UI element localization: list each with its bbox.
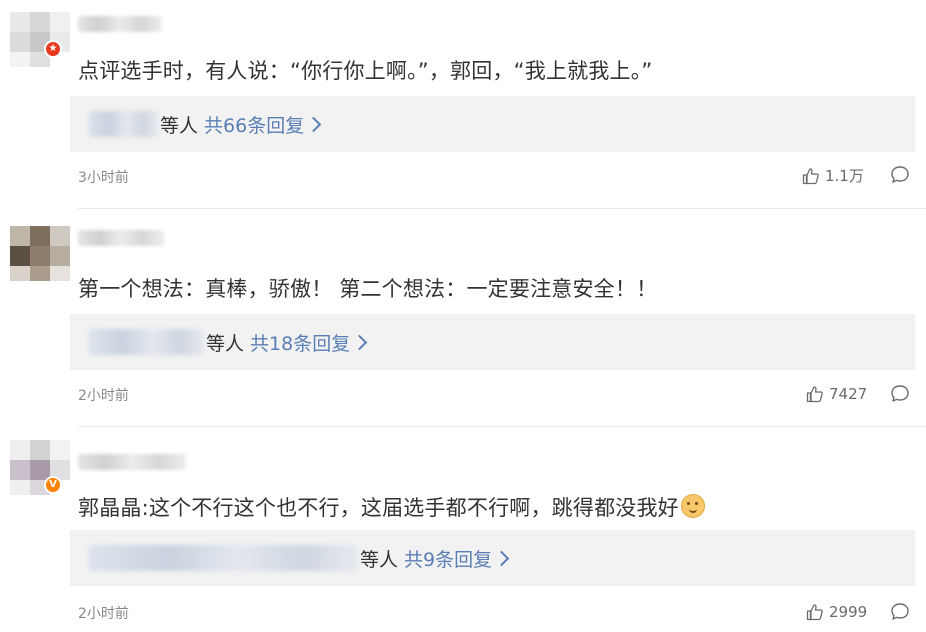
doge-emoji-icon — [680, 494, 705, 518]
username[interactable] — [78, 230, 164, 246]
avatar[interactable] — [10, 226, 70, 281]
like-count: 1.1万 — [825, 167, 864, 185]
comment-text: 第一个想法：真棒，骄傲！ 第二个想法：一定要注意安全！！ — [78, 277, 658, 301]
thumbs-up-icon — [802, 167, 819, 184]
comment-text: 点评选手时，有人说：“你行你上啊。”，郭回，“我上就我上。” — [78, 59, 653, 83]
comment-icon[interactable] — [890, 602, 910, 622]
thumbs-up-icon — [806, 386, 823, 403]
reply-count-link[interactable]: 共66条回复 — [204, 111, 322, 138]
like-button[interactable]: 7427 — [806, 385, 867, 403]
chevron-right-icon — [493, 550, 510, 566]
comment-icon[interactable] — [890, 384, 910, 404]
timestamp: 2小时前 — [78, 606, 129, 622]
reply-etc-label: 等人 — [360, 548, 399, 571]
thumbs-up-icon — [806, 604, 823, 621]
reply-etc-label: 等人 — [206, 332, 245, 355]
like-button[interactable]: 2999 — [806, 603, 867, 621]
divider — [78, 208, 926, 209]
reply-count-link[interactable]: 共18条回复 — [250, 329, 368, 356]
comment-item: 第一个想法：真棒，骄傲！ 第二个想法：一定要注意安全！！ 等人 共18条回复 2… — [0, 218, 926, 426]
timestamp: 2小时前 — [78, 388, 129, 404]
reply-summary[interactable]: 等人 共66条回复 — [70, 96, 915, 152]
red-star-badge-icon: ★ — [44, 40, 62, 58]
reply-users — [88, 111, 158, 137]
reply-users — [88, 329, 204, 355]
like-count: 2999 — [829, 603, 868, 621]
comment-icon[interactable] — [890, 165, 910, 185]
like-button[interactable]: 1.1万 — [802, 165, 864, 186]
vip-badge-icon: V — [44, 476, 62, 494]
reply-count-link[interactable]: 共9条回复 — [404, 545, 510, 572]
comment-text: 郭晶晶:这个不行这个也不行，这届选手都不行啊，跳得都没我好 — [78, 492, 705, 522]
divider — [78, 426, 926, 427]
comment-item: V 郭晶晶:这个不行这个也不行，这届选手都不行啊，跳得都没我好 等人 共9条回复… — [0, 436, 926, 632]
chevron-right-icon — [351, 334, 368, 350]
chevron-right-icon — [305, 116, 322, 132]
reply-summary[interactable]: 等人 共9条回复 — [70, 530, 915, 586]
avatar[interactable] — [10, 12, 70, 67]
reply-summary[interactable]: 等人 共18条回复 — [70, 314, 915, 370]
like-count: 7427 — [829, 385, 868, 403]
username[interactable] — [78, 454, 186, 470]
username[interactable] — [78, 16, 162, 32]
reply-etc-label: 等人 — [160, 114, 199, 137]
comment-item: ★ 点评选手时，有人说：“你行你上啊。”，郭回，“我上就我上。” 等人 共66条… — [0, 0, 926, 207]
timestamp: 3小时前 — [78, 170, 129, 186]
reply-users — [88, 545, 358, 571]
